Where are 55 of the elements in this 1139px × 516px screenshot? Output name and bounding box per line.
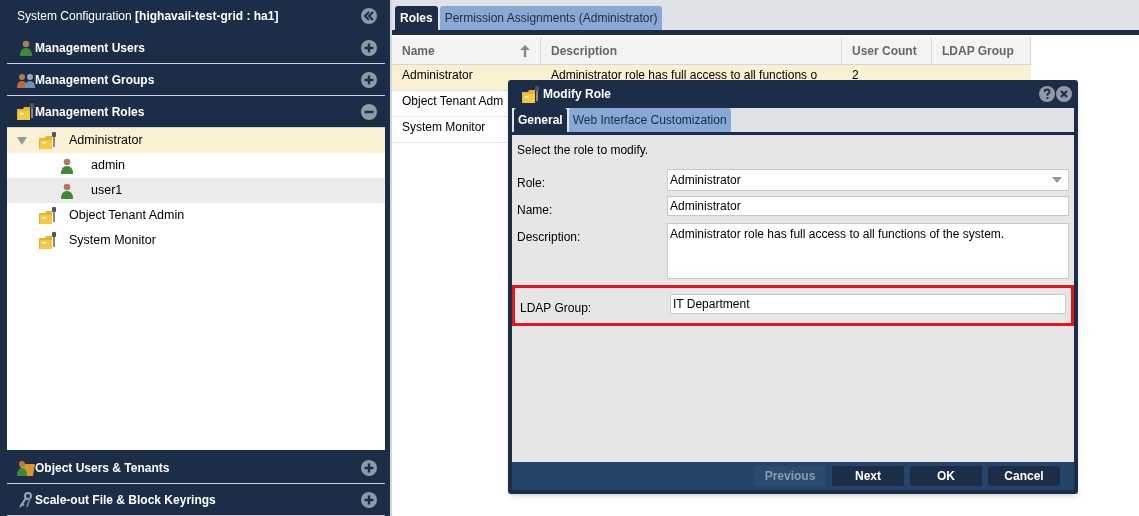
dialog-button[interactable]: Next bbox=[832, 466, 904, 486]
role-dropdown[interactable]: Administrator bbox=[667, 169, 1069, 191]
description-field[interactable]: Administrator role has full access to all functions of the system. bbox=[667, 223, 1069, 279]
collapse-icon[interactable] bbox=[361, 103, 377, 120]
dialog-button[interactable]: OK bbox=[910, 466, 982, 486]
tab[interactable]: Web Interface Customization bbox=[568, 108, 731, 132]
person-icon bbox=[20, 39, 32, 56]
text-field[interactable]: IT Department bbox=[670, 294, 1066, 314]
folder-key-icon bbox=[39, 232, 57, 249]
help-icon[interactable] bbox=[1039, 86, 1055, 102]
keys-icon bbox=[18, 491, 34, 508]
tree-label: admin bbox=[91, 157, 126, 175]
table-cell-text: 2 bbox=[852, 67, 859, 84]
table-cell-text: Object Tenant Adm bbox=[402, 93, 504, 110]
folder-key-icon bbox=[39, 207, 57, 224]
column-header[interactable]: LDAP Group bbox=[932, 37, 1031, 65]
column-header[interactable]: Description bbox=[541, 37, 842, 65]
people-icon bbox=[17, 71, 35, 88]
tree-item[interactable]: Administrator bbox=[7, 128, 385, 153]
dropdown-arrow-icon[interactable] bbox=[1052, 177, 1062, 183]
table-cell-text: System Monitor bbox=[402, 119, 486, 136]
dialog-button[interactable]: Cancel bbox=[988, 466, 1060, 486]
field-label: Name: bbox=[517, 202, 554, 219]
tree-label: user1 bbox=[91, 182, 123, 200]
person-icon bbox=[61, 157, 73, 174]
tab[interactable]: Roles bbox=[395, 6, 438, 30]
folder-key-icon bbox=[522, 85, 540, 103]
expand-icon[interactable] bbox=[361, 491, 377, 508]
expand-icon[interactable] bbox=[361, 39, 377, 56]
field-label: LDAP Group: bbox=[520, 300, 593, 317]
tree-label: Administrator bbox=[69, 132, 143, 150]
tree-label: Object Tenant Admin bbox=[69, 207, 185, 225]
table-cell-text: Administrator bbox=[402, 67, 473, 84]
tab[interactable]: General bbox=[514, 108, 567, 132]
instruction-text: Select the role to modify. bbox=[517, 142, 650, 159]
tree-item[interactable]: user1 bbox=[7, 178, 385, 203]
table-cell-text: Administrator role has full access to all functions o bbox=[551, 67, 818, 84]
field-label: Description: bbox=[517, 229, 582, 246]
tree-label: System Monitor bbox=[69, 232, 156, 250]
bucket-person-icon bbox=[17, 459, 35, 476]
column-header[interactable]: User Count bbox=[842, 37, 932, 65]
collapse-panel-icon[interactable] bbox=[361, 8, 377, 24]
folder-key-icon bbox=[17, 103, 35, 120]
expand-icon[interactable] bbox=[361, 71, 377, 88]
close-icon[interactable] bbox=[1056, 86, 1072, 102]
text-field[interactable]: Administrator bbox=[667, 196, 1069, 216]
panel-title: System Configuration [highavail-test-grid : ha1] bbox=[17, 8, 279, 25]
tab[interactable]: Permission Assignments (Administrator) bbox=[439, 6, 663, 30]
expand-icon[interactable] bbox=[361, 459, 377, 476]
folder-key-icon bbox=[39, 132, 57, 149]
column-header[interactable]: Name bbox=[392, 37, 541, 65]
field-label: Role: bbox=[517, 175, 546, 192]
person-icon bbox=[61, 182, 73, 199]
sort-ascending-icon[interactable] bbox=[520, 44, 530, 57]
dialog-title: Modify Role bbox=[543, 86, 611, 103]
